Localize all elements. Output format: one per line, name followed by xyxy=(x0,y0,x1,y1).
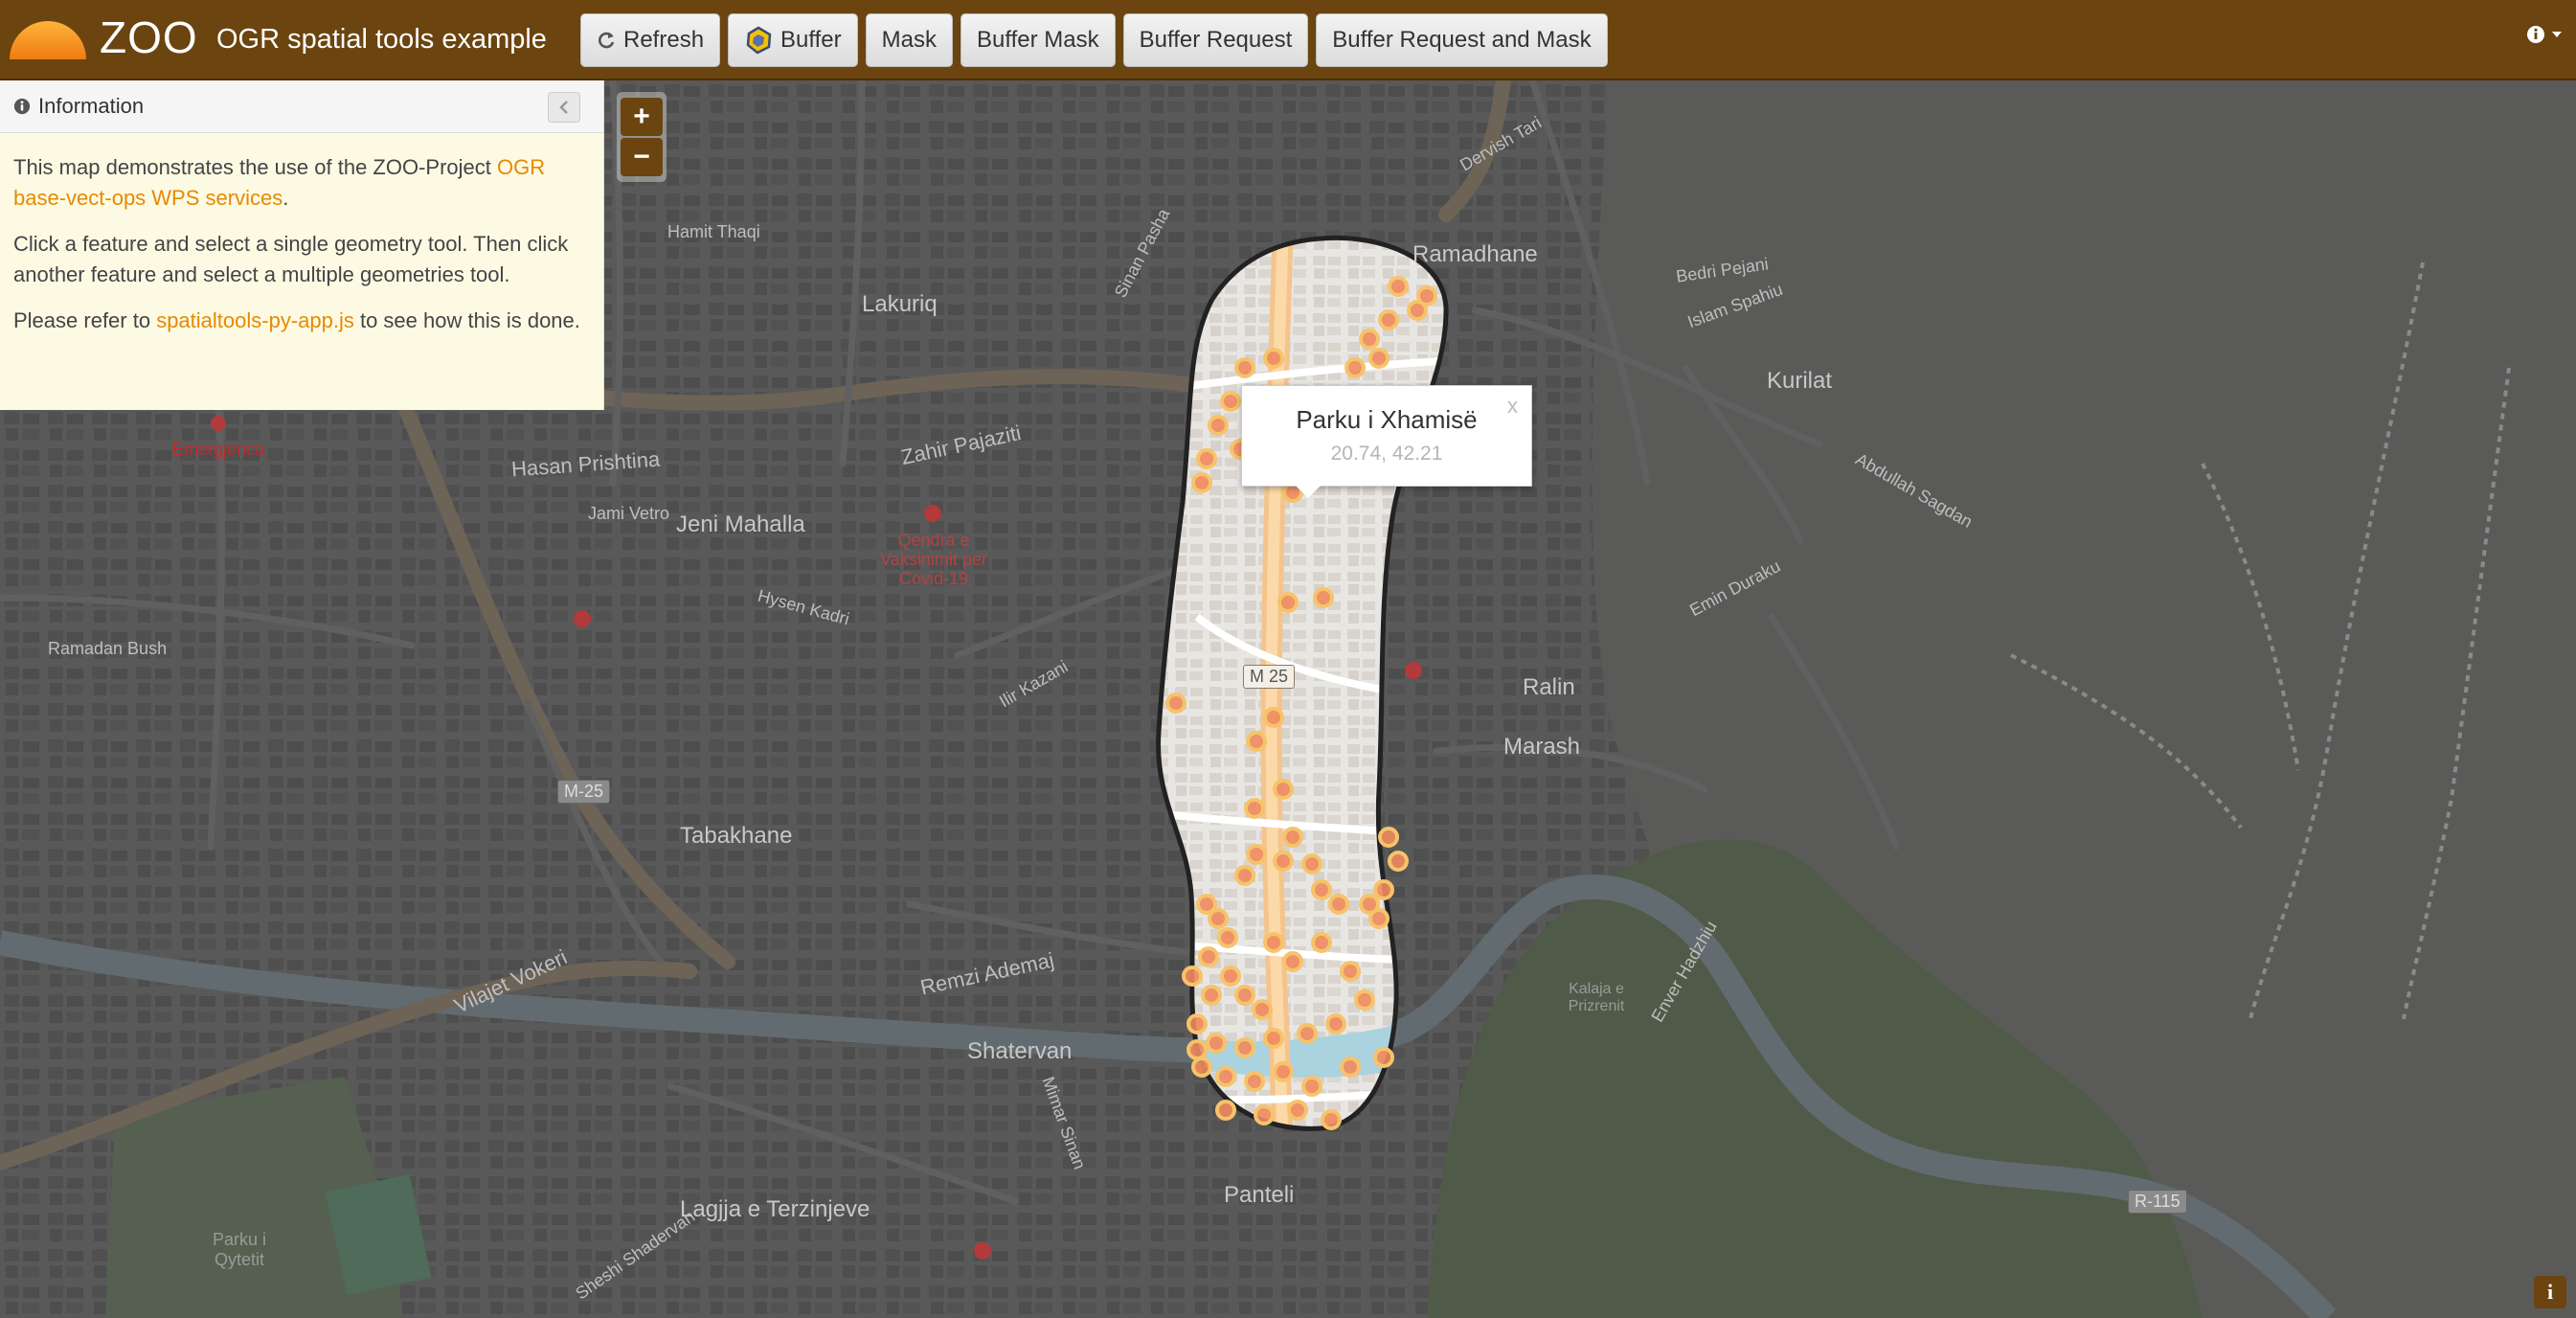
popup-coordinates: 20.74, 42.21 xyxy=(1330,443,1443,465)
panel-text: to see how this is done. xyxy=(353,308,580,332)
refresh-label: Refresh xyxy=(623,27,705,53)
panel-paragraph: Please refer to spatialtools-py-app.js t… xyxy=(13,306,590,336)
buffer-request-and-mask-button[interactable]: Buffer Request and Mask xyxy=(1316,13,1608,67)
toolbar: Refresh Buffer Mask Buffer Mask Buffer R… xyxy=(580,13,1608,67)
panel-text: This map demonstrates the use of the ZOO… xyxy=(13,155,497,179)
refresh-icon xyxy=(597,31,616,50)
buffer-label: Buffer xyxy=(780,27,842,53)
panel-title: Information xyxy=(38,94,145,118)
feature-popup: x Parku i Xhamisë 20.74, 42.21 xyxy=(1241,385,1532,498)
popup-close-button[interactable]: x xyxy=(1507,394,1518,419)
sunrise-logo-icon xyxy=(10,21,86,59)
panel-header: Information xyxy=(0,80,603,133)
panel-paragraph: Click a feature and select a single geom… xyxy=(13,232,569,286)
mask-button[interactable]: Mask xyxy=(865,13,953,67)
popup-title: Parku i Xhamisë xyxy=(1296,405,1478,434)
source-file-link[interactable]: spatialtools-py-app.js xyxy=(156,308,354,332)
panel-body: This map demonstrates the use of the ZOO… xyxy=(0,133,603,363)
buffer-icon xyxy=(744,26,773,55)
refresh-button[interactable]: Refresh xyxy=(580,13,721,67)
buffer-request-label: Buffer Request xyxy=(1139,27,1293,53)
app-title: OGR spatial tools example xyxy=(216,24,547,55)
info-circle-icon xyxy=(13,98,31,115)
brand-name: ZOO xyxy=(100,12,198,62)
buffer-mask-button[interactable]: Buffer Mask xyxy=(960,13,1116,67)
buffer-request-button[interactable]: Buffer Request xyxy=(1122,13,1309,67)
top-navbar: ZOO OGR spatial tools example Refresh Bu… xyxy=(0,0,2576,80)
panel-text: Please refer to xyxy=(13,308,157,332)
chevron-left-icon xyxy=(559,101,568,114)
info-icon xyxy=(2527,26,2544,43)
buffer-mask-label: Buffer Mask xyxy=(977,27,1099,53)
zoom-in-button[interactable]: + xyxy=(621,98,663,136)
caret-down-icon xyxy=(2552,32,2562,37)
attribution-button[interactable]: i xyxy=(2534,1276,2566,1308)
mask-label: Mask xyxy=(881,27,937,53)
zoom-out-button[interactable]: − xyxy=(621,138,663,176)
panel-collapse-button[interactable] xyxy=(548,92,580,123)
info-dropdown[interactable] xyxy=(2526,25,2563,44)
information-panel: Information This map demonstrates the us… xyxy=(0,80,604,410)
zoom-control: + − xyxy=(617,92,667,182)
panel-paragraph: This map demonstrates the use of the ZOO… xyxy=(13,152,590,214)
panel-text: . xyxy=(282,186,289,210)
buffer-button[interactable]: Buffer xyxy=(728,13,858,67)
buffer-request-and-mask-label: Buffer Request and Mask xyxy=(1332,27,1592,53)
